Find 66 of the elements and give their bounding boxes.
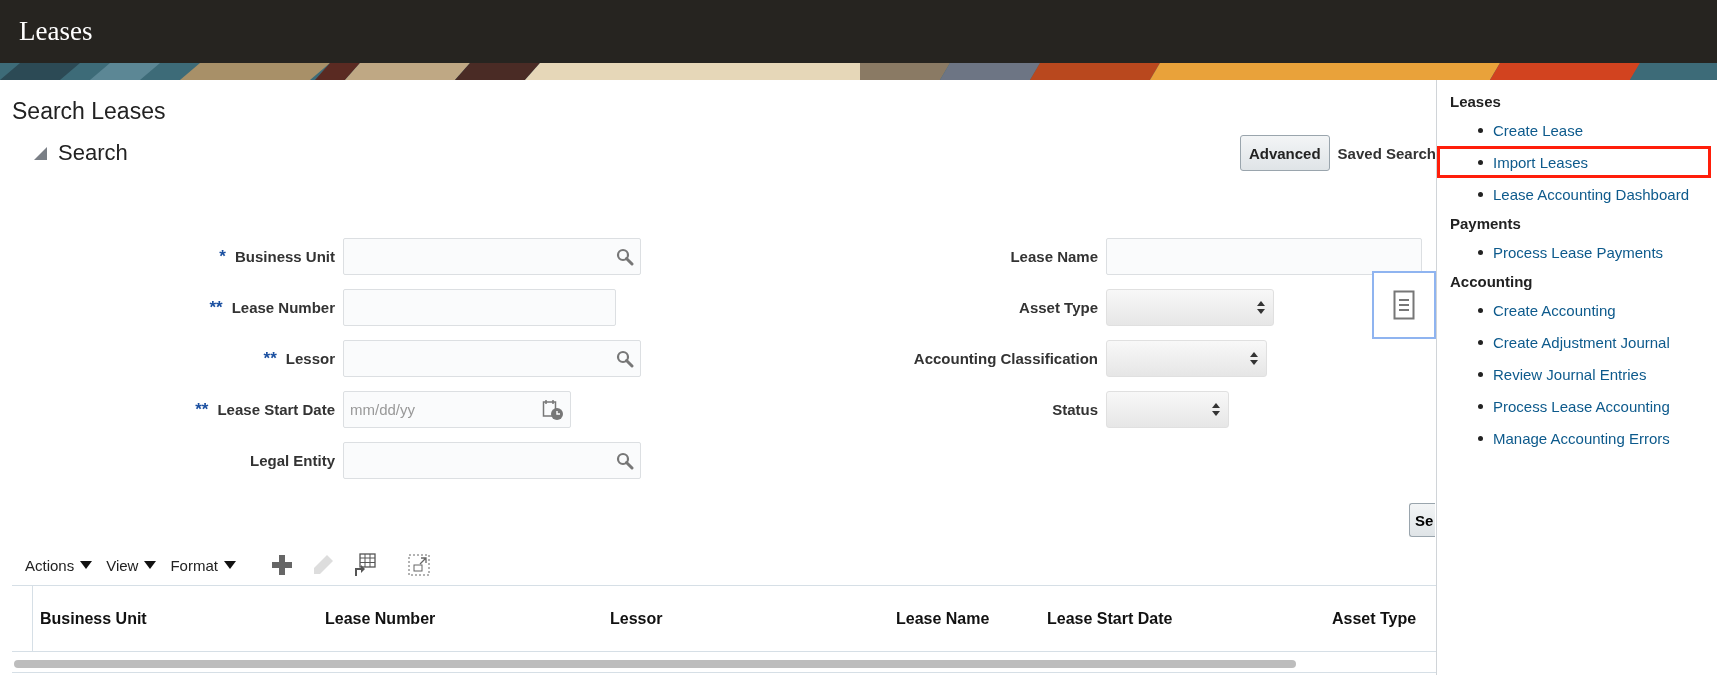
- task-link[interactable]: Lease Accounting Dashboard: [1493, 185, 1689, 203]
- select-field[interactable]: [1106, 289, 1274, 326]
- menu-button[interactable]: Actions: [25, 556, 93, 574]
- select-field[interactable]: [1106, 391, 1229, 428]
- date-field[interactable]: mm/dd/yy: [343, 391, 571, 428]
- column-header[interactable]: Business Unit: [33, 609, 318, 628]
- required-marker: **: [209, 297, 223, 318]
- field-label: Business Unit: [234, 248, 335, 265]
- detach-icon[interactable]: [407, 554, 430, 576]
- task-link[interactable]: Create Accounting: [1493, 301, 1616, 319]
- document-icon: [1393, 290, 1415, 320]
- menu-button[interactable]: View: [106, 556, 157, 574]
- task-link[interactable]: Manage Accounting Errors: [1493, 429, 1670, 447]
- caret-icon: [144, 561, 157, 569]
- advanced-button[interactable]: Advanced: [1239, 135, 1330, 171]
- field-label: Lease Name: [1010, 248, 1098, 265]
- field-label: Status: [1052, 401, 1098, 418]
- column-header[interactable]: Lease Name: [889, 609, 1040, 628]
- input-field[interactable]: [343, 289, 616, 326]
- task-link[interactable]: Create Adjustment Journal: [1493, 333, 1670, 351]
- menu-button[interactable]: Format: [170, 556, 236, 574]
- input-field[interactable]: [343, 442, 641, 479]
- app-title: Leases: [19, 16, 93, 47]
- search-icon[interactable]: [616, 247, 634, 266]
- edit-icon[interactable]: [311, 554, 334, 576]
- field-label: Asset Type: [1019, 299, 1098, 316]
- section-heading: Leases: [1450, 92, 1502, 112]
- task-link[interactable]: Review Journal Entries: [1493, 365, 1647, 383]
- column-header[interactable]: Asset Type: [1325, 609, 1435, 628]
- calendar-icon[interactable]: [542, 398, 564, 421]
- field-label: Accounting Classification: [913, 350, 1098, 367]
- column-header[interactable]: Lessor: [603, 609, 889, 628]
- search-button[interactable]: Se: [1409, 503, 1435, 537]
- task-link[interactable]: Import Leases: [1493, 153, 1589, 171]
- section-heading: Accounting: [1450, 272, 1534, 292]
- page-title: Search Leases: [12, 98, 166, 126]
- caret-icon: [223, 561, 236, 569]
- select-field[interactable]: [1106, 340, 1267, 377]
- caret-icon: [80, 561, 93, 569]
- required-marker: *: [219, 246, 226, 267]
- column-header[interactable]: Lease Number: [318, 609, 603, 628]
- column-header[interactable]: Lease Start Date: [1040, 609, 1325, 628]
- field-label: Lease Number: [231, 299, 335, 316]
- collapse-icon[interactable]: [34, 146, 47, 160]
- sort-arrows-icon: [1212, 403, 1220, 416]
- section-heading: Payments: [1450, 214, 1522, 234]
- task-link[interactable]: Create Lease: [1493, 121, 1584, 139]
- field-label: Legal Entity: [250, 452, 335, 469]
- input-field[interactable]: [343, 238, 641, 275]
- required-marker: **: [263, 348, 277, 369]
- document-button[interactable]: [1372, 271, 1436, 339]
- sort-arrows-icon: [1250, 352, 1258, 365]
- table-icon[interactable]: [353, 553, 376, 577]
- add-icon[interactable]: [271, 555, 292, 575]
- section-title: Search: [58, 140, 128, 166]
- field-label: Lessor: [285, 350, 335, 367]
- required-marker: **: [195, 399, 209, 420]
- field-label: Lease Start Date: [217, 401, 335, 418]
- task-link[interactable]: Process Lease Payments: [1493, 243, 1664, 261]
- input-field[interactable]: [1106, 238, 1422, 275]
- input-field[interactable]: [343, 340, 641, 377]
- search-icon[interactable]: [616, 451, 634, 470]
- search-icon[interactable]: [616, 349, 634, 368]
- task-link[interactable]: Process Lease Accounting: [1493, 397, 1670, 415]
- saved-search-label: Saved Search: [1337, 144, 1436, 162]
- sort-arrows-icon: [1257, 301, 1265, 314]
